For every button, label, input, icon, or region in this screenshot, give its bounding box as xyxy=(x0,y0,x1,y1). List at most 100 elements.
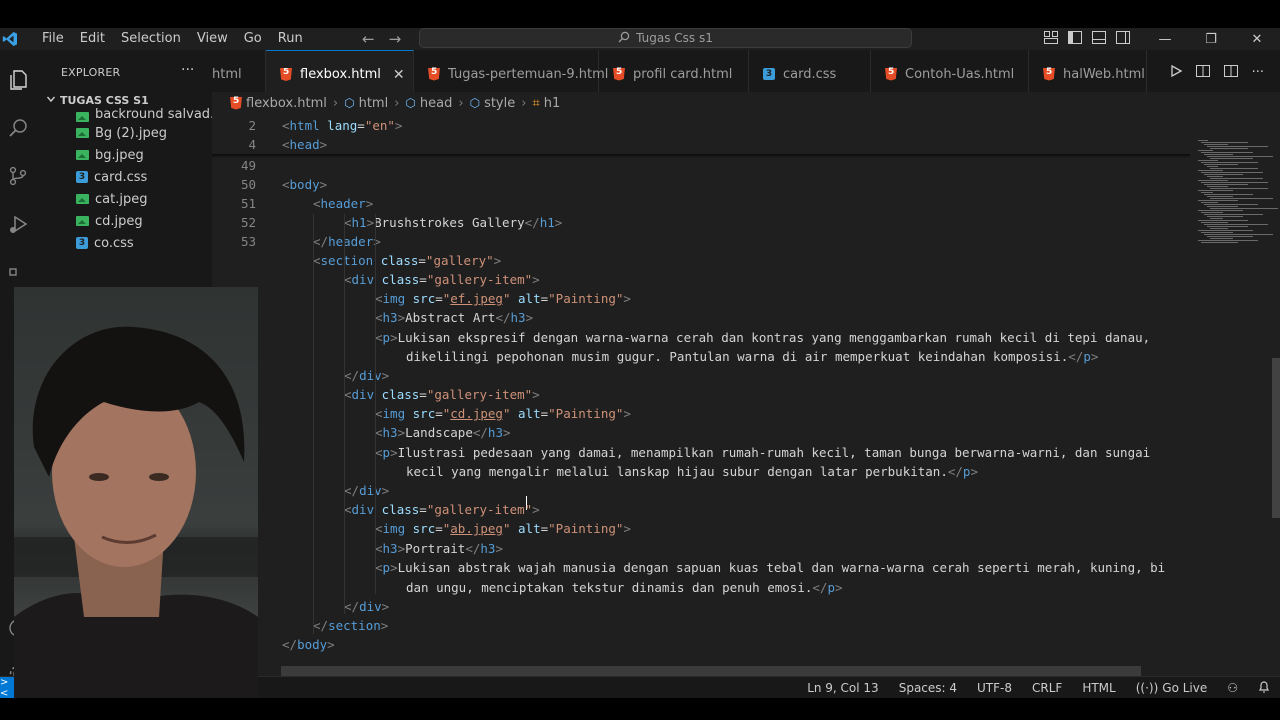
customize-layout-icon[interactable] xyxy=(1044,30,1058,48)
indentation[interactable]: Spaces: 4 xyxy=(899,681,957,695)
search-view-icon[interactable] xyxy=(6,116,30,140)
code-line: 51 <header> xyxy=(212,194,1190,213)
menu-item-file[interactable]: File xyxy=(34,28,72,50)
token-br: < xyxy=(375,406,383,421)
code-line: <img src="cd.jpeg" alt="Painting"> xyxy=(212,404,1190,423)
html-file-icon xyxy=(280,68,292,81)
menu-item-edit[interactable]: Edit xyxy=(72,28,113,50)
token-br: </ xyxy=(472,425,488,440)
forward-arrow-icon[interactable]: → xyxy=(389,28,402,50)
minimap-line xyxy=(1198,180,1228,181)
token-t: = xyxy=(419,272,427,287)
file-item[interactable]: cat.jpeg xyxy=(40,188,212,210)
menu-item-run[interactable]: Run xyxy=(270,28,311,50)
cursor-position[interactable]: Ln 9, Col 13 xyxy=(807,681,879,695)
breadcrumb-item[interactable]: ⬡ style xyxy=(470,96,516,111)
token-br: </ xyxy=(524,215,540,230)
token-tag: html xyxy=(289,118,320,133)
token-str: "gallery-item" xyxy=(426,272,533,287)
split-editor-icon[interactable] xyxy=(1223,65,1238,81)
token-tag: h3 xyxy=(510,310,526,325)
tab-flexbox-html[interactable]: flexbox.html ✕ xyxy=(266,50,414,98)
code-text: <body> xyxy=(282,175,327,194)
breadcrumb-item[interactable]: flexbox.html xyxy=(230,96,327,111)
command-center-search[interactable]: Tugas Css s1 xyxy=(419,28,912,48)
end-of-line[interactable]: CRLF xyxy=(1032,681,1062,695)
token-br: < xyxy=(344,215,352,230)
token-tag: div xyxy=(351,502,375,517)
vertical-scrollbar[interactable] xyxy=(1272,358,1280,518)
file-name: cat.jpeg xyxy=(95,191,148,207)
run-file-icon[interactable] xyxy=(1170,64,1182,81)
file-name: co.css xyxy=(94,235,134,251)
minimap-line xyxy=(1207,236,1253,237)
minimap-line xyxy=(1210,218,1223,219)
token-tag: img xyxy=(382,291,406,306)
file-item[interactable]: 3 card.css xyxy=(40,166,212,188)
token-br: > xyxy=(390,330,398,345)
breadcrumb-item[interactable]: ⬡ html xyxy=(344,96,388,111)
editor-more-icon[interactable]: ··· xyxy=(1252,65,1264,81)
token-str: " xyxy=(502,291,511,306)
accounts-status-icon[interactable]: ⚇ xyxy=(1227,681,1238,695)
go-live-button[interactable]: ((·)) Go Live xyxy=(1136,681,1208,695)
more-actions-icon[interactable]: ··· xyxy=(181,62,194,78)
menu-item-view[interactable]: View xyxy=(189,28,236,50)
code-text: <h3>Landscape</h3> xyxy=(375,423,511,442)
token-t: dikelilingi pepohonan musim gugur. Pantu… xyxy=(406,349,1069,364)
tab-profil-card-html[interactable]: profil card.html xyxy=(599,50,749,98)
toggle-sidebar-icon[interactable] xyxy=(1068,30,1082,48)
close-tab-icon[interactable]: ✕ xyxy=(393,67,405,83)
extensions-icon[interactable] xyxy=(6,260,30,284)
breadcrumb-item[interactable]: ⌗ h1 xyxy=(532,96,560,111)
code-editor[interactable]: 2 <html lang="en"> 4 <head> 49 50 <body> 51 <hea… xyxy=(212,114,1190,672)
toggle-secondary-sidebar-icon[interactable] xyxy=(1116,30,1130,48)
toggle-panel-icon[interactable] xyxy=(1092,30,1106,48)
code-text: <p>Lukisan abstrak wajah manusia dengan … xyxy=(375,558,1165,577)
menu-item-selection[interactable]: Selection xyxy=(113,28,189,50)
code-line: <h3>Abstract Art</h3> xyxy=(212,308,1190,327)
file-item[interactable]: 3 co.css xyxy=(40,232,212,254)
indent-guide xyxy=(344,214,345,614)
token-tag: div xyxy=(359,599,382,614)
token-t: = xyxy=(540,521,549,536)
breadcrumb-item[interactable]: ⬡ head xyxy=(405,96,452,111)
minimap-line xyxy=(1204,194,1253,195)
minimize-icon[interactable]: — xyxy=(1142,28,1188,50)
source-control-icon[interactable] xyxy=(6,164,30,188)
minimap-line xyxy=(1201,192,1213,193)
code-text: <h3>Portrait</h3> xyxy=(375,539,503,558)
close-window-icon[interactable]: ✕ xyxy=(1234,28,1280,50)
file-item[interactable]: Bg (2).jpeg xyxy=(40,122,212,144)
minimap-line xyxy=(1198,210,1243,211)
file-item[interactable]: bg.jpeg xyxy=(40,144,212,166)
back-arrow-icon[interactable]: ← xyxy=(362,28,375,50)
tab-contoh-uas-html[interactable]: Contoh-Uas.html xyxy=(871,50,1029,98)
minimap[interactable] xyxy=(1190,114,1280,672)
menu-item-go[interactable]: Go xyxy=(236,28,270,50)
file-item[interactable]: cd.jpeg xyxy=(40,210,212,232)
code-line: <h3>Landscape</h3> xyxy=(212,423,1190,442)
token-tag: head xyxy=(289,137,320,152)
restore-icon[interactable]: ❐ xyxy=(1188,28,1234,50)
run-debug-icon[interactable] xyxy=(6,212,30,236)
code-text: <head> xyxy=(282,135,327,154)
open-preview-icon[interactable] xyxy=(1195,65,1210,81)
minimap-line xyxy=(1210,178,1263,179)
tab-tugas-pertemuan-9-html[interactable]: Tugas-pertemuan-9.html xyxy=(414,50,608,98)
language-mode[interactable]: HTML xyxy=(1082,681,1115,695)
tab-card-css[interactable]: 3 card.css xyxy=(749,50,871,98)
remote-indicator-icon[interactable]: >< xyxy=(0,676,14,698)
line-number: 4 xyxy=(248,137,256,152)
code-line: <p>Lukisan abstrak wajah manusia dengan … xyxy=(212,558,1190,577)
code-text: dan ungu, menciptakan tekstur dinamis da… xyxy=(406,578,843,597)
line-number: 2 xyxy=(248,118,256,133)
tab-html[interactable]: html xyxy=(212,50,266,98)
file-item[interactable]: backround salvad... xyxy=(40,108,212,122)
notifications-bell-icon[interactable] xyxy=(1258,680,1270,696)
tab-halweb-html[interactable]: halWeb.html xyxy=(1029,50,1147,98)
encoding[interactable]: UTF-8 xyxy=(977,681,1012,695)
explorer-icon[interactable] xyxy=(6,68,30,92)
workspace-folder[interactable]: TUGAS CSS S1 xyxy=(46,94,149,107)
workspace-folder-label: TUGAS CSS S1 xyxy=(60,94,149,107)
